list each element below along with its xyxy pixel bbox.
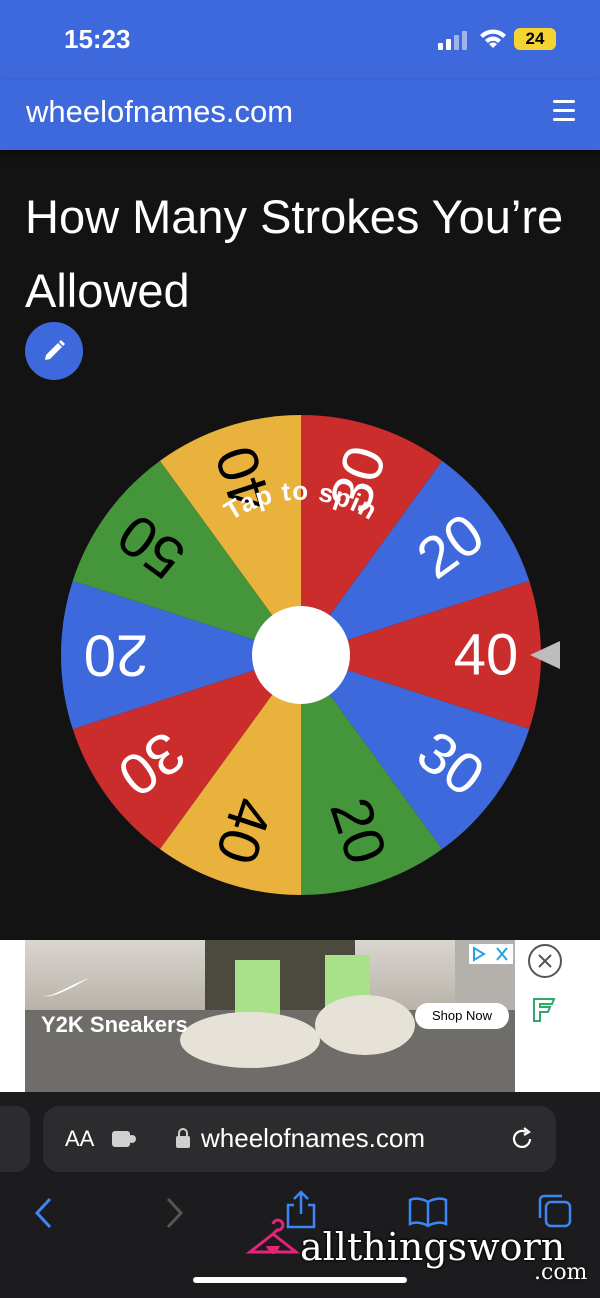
- watermark-text: allthingsworn: [300, 1225, 566, 1269]
- app-header: wheelofnames.com: [0, 80, 600, 150]
- bookmarks-icon[interactable]: [408, 1196, 448, 1228]
- watermark-suffix: .com: [534, 1260, 588, 1285]
- cellular-signal-icon: [438, 31, 467, 50]
- previous-tab[interactable]: [0, 1106, 30, 1172]
- page-title: How Many Strokes You’re Allowed: [25, 190, 564, 317]
- text-size-button[interactable]: AA: [65, 1126, 94, 1152]
- wifi-icon: [480, 29, 506, 48]
- reload-icon[interactable]: [509, 1126, 535, 1152]
- pencil-icon: [45, 340, 65, 360]
- status-bar: 15:23 24: [0, 0, 600, 80]
- shop-now-button[interactable]: Shop Now: [415, 1003, 509, 1029]
- ad-feedback-icon[interactable]: [530, 995, 558, 1023]
- edit-button[interactable]: [25, 322, 83, 380]
- wheel-slice-label: 40: [454, 623, 519, 688]
- nike-logo-icon: [41, 978, 89, 997]
- hanger-logo-icon: [246, 1218, 300, 1254]
- forward-icon[interactable]: [162, 1196, 186, 1230]
- back-icon[interactable]: [32, 1196, 56, 1230]
- address-bar[interactable]: AA wheelofnames.com: [43, 1106, 556, 1172]
- home-indicator: [193, 1277, 407, 1283]
- battery-icon: 24: [514, 28, 556, 50]
- spin-wheel[interactable]: 40 302040302040302050 Tap to spin: [60, 414, 542, 896]
- close-ad-icon[interactable]: [527, 943, 563, 979]
- wheel-pointer-icon: [530, 641, 560, 669]
- wheel-slice-label: 20: [84, 623, 149, 688]
- site-title[interactable]: wheelofnames.com: [26, 94, 293, 130]
- status-time: 15:23: [64, 24, 131, 54]
- ad-headline: Y2K Sneakers: [41, 1012, 188, 1037]
- wheel-center[interactable]: [252, 606, 350, 704]
- adchoices-icon[interactable]: [469, 944, 513, 964]
- url-text[interactable]: wheelofnames.com: [201, 1123, 425, 1154]
- ad-image[interactable]: Y2K Sneakers Shop Now: [25, 940, 515, 1092]
- menu-icon[interactable]: [553, 100, 575, 122]
- lock-icon: [176, 1128, 190, 1148]
- extension-icon[interactable]: [111, 1128, 137, 1150]
- ad-banner[interactable]: Y2K Sneakers Shop Now: [0, 940, 600, 1092]
